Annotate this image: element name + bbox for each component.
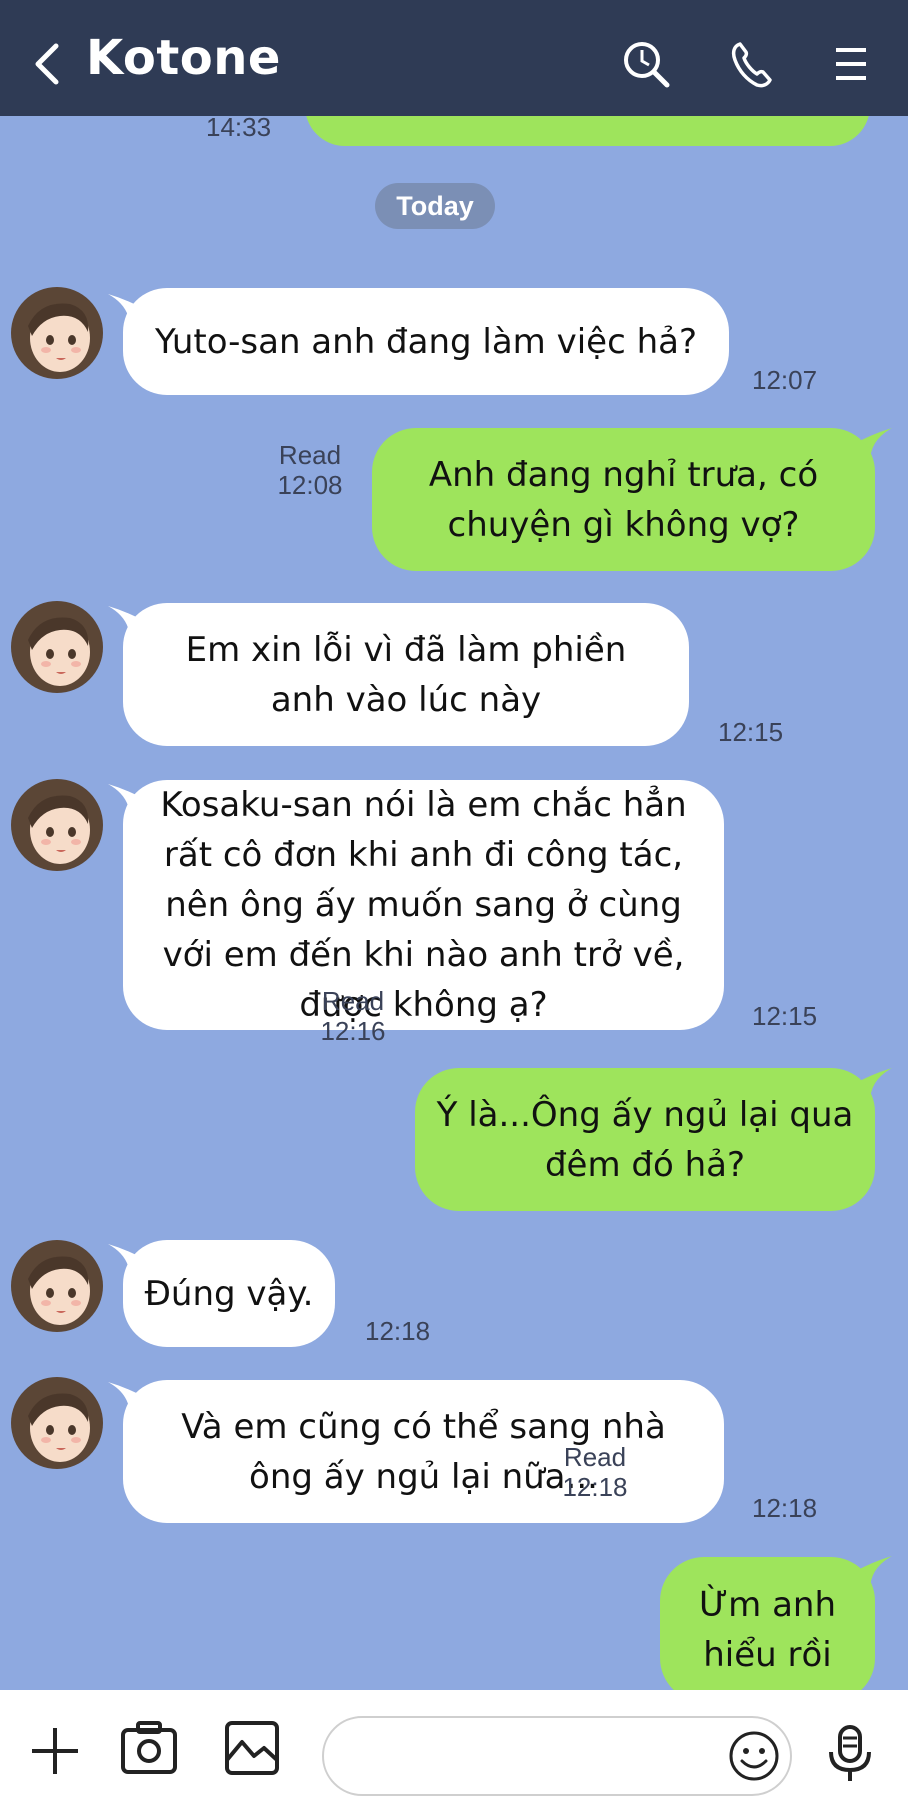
read-receipt: Read: [321, 986, 385, 1016]
read-receipt: Read: [278, 440, 342, 470]
contact-avatar[interactable]: [10, 1239, 104, 1333]
message-time: 12:15: [718, 717, 784, 747]
message-bubble[interactable]: Anh đang nghỉ trưa, có chuyện gì không v…: [372, 428, 875, 571]
image-icon[interactable]: [224, 1720, 280, 1776]
message-bubble[interactable]: Đúng vậy.: [123, 1240, 335, 1347]
contact-avatar[interactable]: [10, 600, 104, 694]
menu-icon[interactable]: [826, 38, 878, 90]
message-bubble[interactable]: Yuto-san anh đang làm việc hả?: [123, 288, 729, 395]
emoji-icon[interactable]: [728, 1730, 780, 1782]
contact-name: Kotone: [86, 30, 281, 86]
message-input-bar: [0, 1690, 908, 1810]
message-bubble[interactable]: Em xin lỗi vì đã làm phiền anh vào lúc n…: [123, 603, 689, 746]
message-bubble[interactable]: Ý là...Ông ấy ngủ lại qua đêm đó hả?: [415, 1068, 875, 1211]
message-bubble[interactable]: Và em cũng có thể sang nhà ông ấy ngủ lạ…: [123, 1380, 724, 1523]
message-bubble[interactable]: Kosaku-san nói là em chắc hẳn rất cô đơn…: [123, 780, 724, 1030]
message-bubble[interactable]: Ừm anh hiểu rồi: [660, 1557, 875, 1690]
contact-avatar[interactable]: [10, 778, 104, 872]
date-divider: Today: [375, 183, 495, 229]
contact-avatar[interactable]: [10, 1376, 104, 1470]
mic-icon[interactable]: [826, 1724, 874, 1784]
message-time: 12:07: [752, 365, 818, 395]
chat-area[interactable]: 14:33 Today Yuto-san anh đang làm việc h…: [0, 116, 908, 1690]
contact-avatar[interactable]: [10, 286, 104, 380]
message-time: 12:18: [752, 1493, 818, 1523]
previous-message-bubble: [305, 116, 870, 146]
back-icon[interactable]: [30, 40, 66, 88]
read-receipt: Read: [563, 1442, 627, 1472]
search-icon[interactable]: [620, 38, 672, 90]
camera-icon[interactable]: [120, 1720, 178, 1776]
message-time: 12:18: [365, 1316, 431, 1346]
message-time: 12:18: [562, 1472, 628, 1502]
plus-icon[interactable]: [28, 1724, 82, 1778]
message-input[interactable]: [322, 1716, 792, 1796]
previous-message-time: 14:33: [206, 116, 272, 142]
message-time: 12:08: [277, 470, 343, 500]
message-time: 12:15: [752, 1001, 818, 1031]
phone-icon[interactable]: [726, 38, 778, 90]
chat-header: Kotone: [0, 0, 908, 116]
message-time: 12:16: [320, 1016, 386, 1046]
